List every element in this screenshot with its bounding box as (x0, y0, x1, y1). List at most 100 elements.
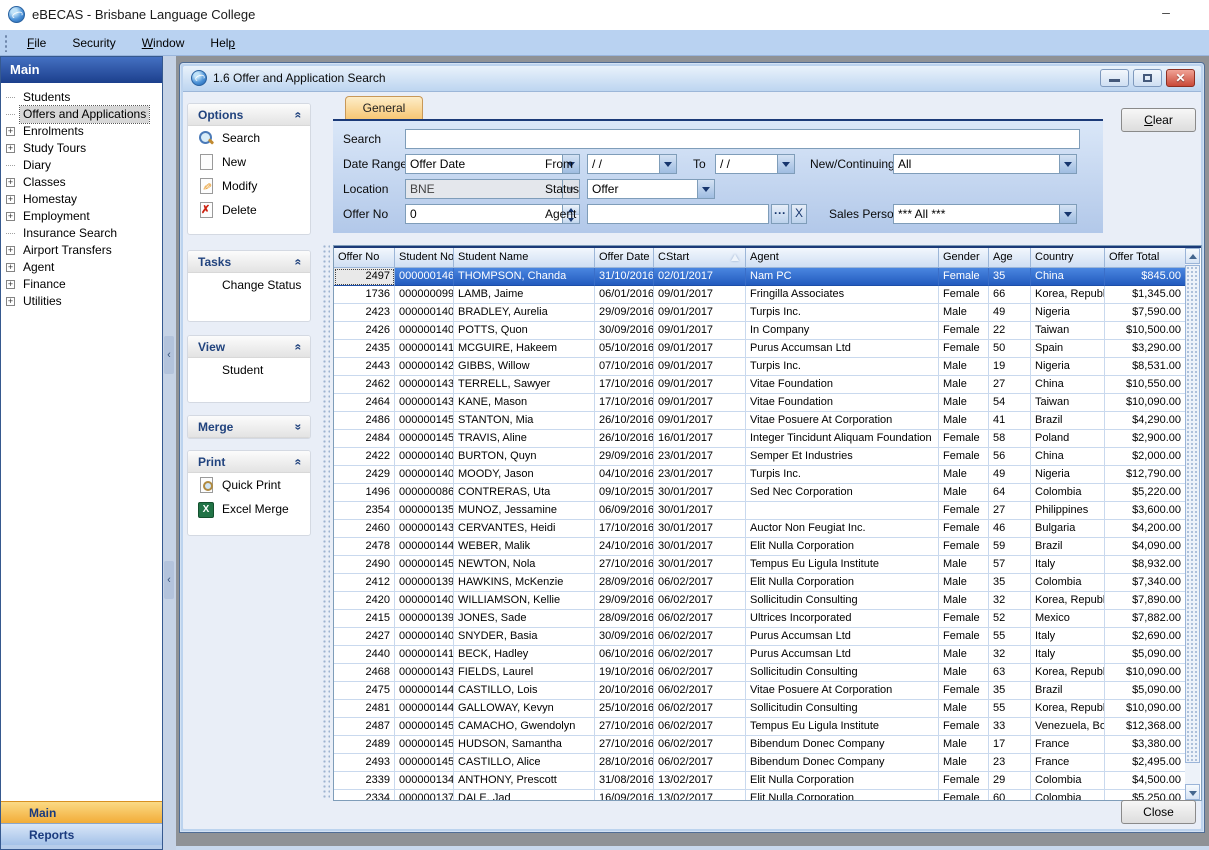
column-header-student-no[interactable]: Student No (395, 248, 454, 268)
sidebar-item-students[interactable]: Students (1, 89, 162, 106)
sidebar-item-agent[interactable]: +Agent (1, 259, 162, 276)
table-row[interactable]: 24640000001437KANE, Mason17/10/201609/01… (334, 394, 1186, 412)
table-row[interactable]: 24620000001435TERRELL, Sawyer17/10/20160… (334, 376, 1186, 394)
panel-print-header[interactable]: Print« (188, 451, 310, 473)
table-row[interactable]: 24350000001415MCGUIRE, Hakeem05/10/20160… (334, 340, 1186, 358)
agent-clear-button[interactable]: X (791, 204, 807, 224)
new-continuing-select[interactable]: All (893, 154, 1077, 174)
table-row[interactable]: 24890000001455HUDSON, Samantha27/10/2016… (334, 736, 1186, 754)
splitter-collapse-icon[interactable]: ‹ (164, 336, 174, 374)
table-row[interactable]: 24750000001443CASTILLO, Lois20/10/201606… (334, 682, 1186, 700)
to-date-select[interactable]: / / (715, 154, 795, 174)
column-header-student-name[interactable]: Student Name (454, 248, 595, 268)
panel-grid-splitter[interactable] (322, 244, 330, 800)
column-header-agent[interactable]: Agent (746, 248, 939, 268)
column-header-gender[interactable]: Gender (939, 248, 989, 268)
tab-general[interactable]: General (345, 96, 423, 120)
table-row[interactable]: 24840000001450TRAVIS, Aline26/10/201616/… (334, 430, 1186, 448)
expand-plus-icon[interactable]: + (6, 178, 15, 187)
panel-options-header[interactable]: Options« (188, 104, 310, 126)
column-header-offer-date[interactable]: Offer Date (595, 248, 654, 268)
sidebar-item-insurance-search[interactable]: Insurance Search (1, 225, 162, 242)
sidebar-item-airport-transfers[interactable]: +Airport Transfers (1, 242, 162, 259)
clear-button[interactable]: Clear (1121, 108, 1196, 132)
table-row[interactable]: 24270000001407SNYDER, Basia30/09/201606/… (334, 628, 1186, 646)
app-minimize-button[interactable]: – (1155, 4, 1177, 22)
sidebar-item-offers-and-applications[interactable]: Offers and Applications (1, 106, 162, 123)
table-row[interactable]: 24860000001452STANTON, Mia26/10/201609/0… (334, 412, 1186, 430)
table-row[interactable]: 17360000000993LAMB, Jaime06/01/201609/01… (334, 286, 1186, 304)
expand-plus-icon[interactable]: + (6, 246, 15, 255)
column-header-offer-total[interactable]: Offer Total (1105, 248, 1186, 268)
scroll-up-icon[interactable] (1185, 248, 1200, 264)
table-row[interactable]: 24260000001406POTTS, Quon30/09/201609/01… (334, 322, 1186, 340)
sidebar-item-enrolments[interactable]: +Enrolments (1, 123, 162, 140)
column-header-offer-no[interactable]: Offer No (334, 248, 395, 268)
sidebar-splitter[interactable]: ‹ ‹ (163, 56, 176, 850)
window-close-button[interactable]: ✕ (1166, 69, 1195, 87)
table-row[interactable]: 23340000001374DALE, Jad16/09/201613/02/2… (334, 790, 1186, 801)
table-row[interactable]: 24230000001403BRADLEY, Aurelia29/09/2016… (334, 304, 1186, 322)
sidebar-item-employment[interactable]: +Employment (1, 208, 162, 225)
scrollbar-thumb[interactable] (1185, 265, 1200, 763)
chevron-up-icon[interactable]: « (295, 451, 302, 473)
table-row[interactable]: 24780000001446WEBER, Malik24/10/201630/0… (334, 538, 1186, 556)
chevron-up-icon[interactable]: « (295, 104, 302, 126)
agent-browse-button[interactable]: ··· (771, 204, 789, 224)
agent-input[interactable] (587, 204, 769, 224)
view-item-student[interactable]: Student (188, 358, 310, 382)
chevron-down-icon[interactable] (697, 180, 714, 198)
column-header-age[interactable]: Age (989, 248, 1031, 268)
window-minimize-button[interactable] (1100, 69, 1129, 87)
table-row[interactable]: 24290000001409MOODY, Jason04/10/201623/0… (334, 466, 1186, 484)
table-row[interactable]: 24600000001433CERVANTES, Heidi17/10/2016… (334, 520, 1186, 538)
chevron-up-icon[interactable]: « (295, 251, 302, 273)
status-select[interactable]: Offer (587, 179, 715, 199)
sidebar-item-utilities[interactable]: +Utilities (1, 293, 162, 310)
table-row[interactable]: 14960000000869CONTRERAS, Uta09/10/201530… (334, 484, 1186, 502)
table-row[interactable]: 24150000001398JONES, Sade28/09/201606/02… (334, 610, 1186, 628)
search-input[interactable] (405, 129, 1080, 149)
chevron-up-icon[interactable]: « (295, 336, 302, 358)
panel-view-header[interactable]: View« (188, 336, 310, 358)
sales-person-select[interactable]: *** All *** (893, 204, 1077, 224)
menu-help[interactable]: Help (197, 33, 248, 53)
options-item-modify[interactable]: Modify (188, 174, 310, 198)
expand-plus-icon[interactable]: + (6, 127, 15, 136)
options-item-delete[interactable]: Delete (188, 198, 310, 222)
menu-file[interactable]: File (14, 33, 59, 53)
expand-plus-icon[interactable]: + (6, 212, 15, 221)
expand-plus-icon[interactable]: + (6, 297, 15, 306)
table-row[interactable]: 24120000001396HAWKINS, McKenzie28/09/201… (334, 574, 1186, 592)
table-row[interactable]: 23540000001358MUNOZ, Jessamine06/09/2016… (334, 502, 1186, 520)
table-row[interactable]: 24430000001421GIBBS, Willow07/10/201609/… (334, 358, 1186, 376)
options-item-new[interactable]: New (188, 150, 310, 174)
expand-plus-icon[interactable]: + (6, 280, 15, 289)
sidebar-item-study-tours[interactable]: +Study Tours (1, 140, 162, 157)
expand-plus-icon[interactable]: + (6, 195, 15, 204)
splitter-collapse-icon[interactable]: ‹ (164, 561, 174, 599)
from-date-select[interactable]: / / (587, 154, 677, 174)
sidebar-item-finance[interactable]: +Finance (1, 276, 162, 293)
column-header-cstart[interactable]: CStart (654, 248, 746, 268)
print-item-quick-print[interactable]: Quick Print (188, 473, 310, 497)
sidebar-item-homestay[interactable]: +Homestay (1, 191, 162, 208)
window-titlebar[interactable]: 1.6 Offer and Application Search ✕ (183, 66, 1201, 92)
table-row[interactable]: 24810000001448GALLOWAY, Kevyn25/10/20160… (334, 700, 1186, 718)
sidebar-footer-main[interactable]: Main (1, 801, 162, 823)
expand-plus-icon[interactable]: + (6, 263, 15, 272)
table-row[interactable]: 24680000001439FIELDS, Laurel19/10/201606… (334, 664, 1186, 682)
menu-security[interactable]: Security (59, 33, 128, 53)
column-header-country[interactable]: Country (1031, 248, 1105, 268)
print-item-excel-merge[interactable]: Excel Merge (188, 497, 310, 521)
panel-merge-header[interactable]: Merge» (188, 416, 310, 438)
grid-scrollbar[interactable] (1185, 248, 1200, 800)
sidebar-item-diary[interactable]: Diary (1, 157, 162, 174)
expand-plus-icon[interactable]: + (6, 144, 15, 153)
panel-tasks-header[interactable]: Tasks« (188, 251, 310, 273)
options-item-search[interactable]: Search (188, 126, 310, 150)
chevron-down-icon[interactable] (777, 155, 794, 173)
table-row[interactable]: 24200000001400WILLIAMSON, Kellie29/09/20… (334, 592, 1186, 610)
sidebar-item-classes[interactable]: +Classes (1, 174, 162, 191)
table-row[interactable]: 24400000001418BECK, Hadley06/10/201606/0… (334, 646, 1186, 664)
